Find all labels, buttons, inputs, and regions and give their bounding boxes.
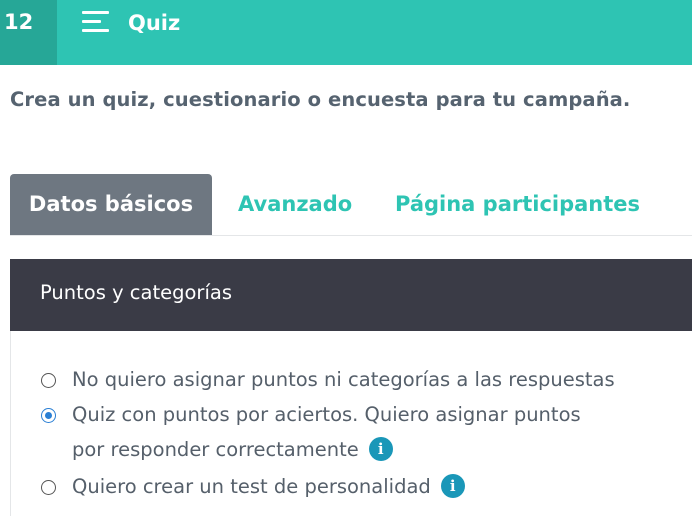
panel-heading: Puntos y categorías [40,281,232,304]
info-icon[interactable]: i [368,437,393,461]
panel-header: Puntos y categorías [10,259,692,331]
hamburger-menu-icon[interactable] [82,11,109,33]
option-label-wrap: Quiero crear un test de personalidad i [72,469,465,505]
page-title: Quiz [128,11,181,35]
option-label: Quiero crear un test de personalidad [72,475,431,498]
radio-no-points[interactable] [41,373,56,388]
page-subtitle: Crea un quiz, cuestionario o encuesta pa… [10,88,631,111]
panel-body: No quiero asignar puntos ni categorías a… [10,331,692,516]
radio-personality-test[interactable] [41,480,56,495]
tab-avanzado[interactable]: Avanzado [238,174,352,235]
tab-datos-basicos[interactable]: Datos básicos [10,174,212,235]
top-bar: 12 Quiz [0,0,692,65]
info-icon[interactable]: i [440,474,465,498]
option-label-line2-wrap: por responder correctamente i [72,432,393,468]
option-label-line2: por responder correctamente [72,438,359,461]
tab-pagina-participantes[interactable]: Página participantes [395,174,640,235]
radio-points-per-correct[interactable] [41,408,56,423]
counter-badge: 12 [0,0,57,65]
option-label: Quiz con puntos por aciertos. Quiero asi… [72,403,581,426]
option-label: No quiero asignar puntos ni categorías a… [72,368,615,391]
tab-bar: Datos básicos Avanzado Página participan… [10,174,692,236]
